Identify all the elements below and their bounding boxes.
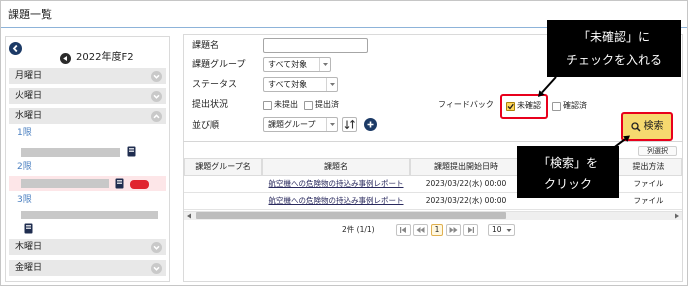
- assignment-list-screen: 課題一覧 2022年度F2 月曜日 火曜日 水曜日 1限 2限 3限 木曜日 金…: [0, 0, 688, 286]
- page-size-select[interactable]: 10: [488, 224, 515, 236]
- course-title-bar[interactable]: [21, 148, 120, 157]
- sidebar-day-thursday[interactable]: 木曜日: [9, 239, 166, 255]
- prev-page-icon: [416, 227, 425, 233]
- status-label: ステータス: [192, 80, 238, 90]
- column-header-start-date[interactable]: 課題提出開始日時: [410, 158, 522, 176]
- period-label[interactable]: 2限: [17, 162, 32, 173]
- task-name-label: 課題名: [192, 41, 220, 51]
- unconfirmed-label: 未確認: [517, 101, 541, 110]
- not-submitted-checkbox[interactable]: [263, 101, 272, 110]
- task-group-value: すべて対象: [268, 60, 308, 69]
- column-header-task-name[interactable]: 課題名: [262, 158, 410, 176]
- start-date-cell: 2023/03/22(水) 00:00: [410, 193, 522, 210]
- submit-method-cell: ファイル: [615, 193, 682, 210]
- submit-method-cell: ファイル: [615, 176, 682, 193]
- day-label: 金曜日: [15, 263, 43, 273]
- task-group-select[interactable]: すべて対象: [263, 57, 331, 72]
- year-label: 2022年度F2: [76, 52, 134, 63]
- sort-order-button[interactable]: [342, 117, 357, 132]
- course-title-bar[interactable]: [21, 179, 109, 188]
- first-page-button[interactable]: [396, 224, 411, 236]
- task-group-cell: [184, 193, 262, 210]
- search-button-label: 検索: [643, 120, 664, 132]
- day-label: 月曜日: [15, 71, 43, 81]
- sidebar-day-monday[interactable]: 月曜日: [9, 68, 166, 84]
- sort-select[interactable]: 課題グループ: [263, 117, 338, 132]
- task-name-cell: 航空機への危険物の持込み事例レポート: [262, 176, 410, 193]
- column-header-task-group[interactable]: 課題グループ名: [184, 158, 262, 176]
- chevron-down-icon: [151, 90, 162, 102]
- sort-value: 課題グループ: [268, 120, 316, 129]
- submission-status-label: 提出状況: [192, 100, 229, 110]
- feedback-label: フィードバック: [438, 100, 494, 109]
- book-icon[interactable]: [127, 146, 136, 157]
- callout-line: クリック: [543, 177, 592, 191]
- next-page-icon: [449, 227, 458, 233]
- sidebar-day-friday[interactable]: 金曜日: [9, 260, 166, 276]
- callout-line: チェックを入れる: [565, 53, 662, 67]
- scrollbar-thumb[interactable]: [196, 212, 506, 219]
- sort-icon: [344, 119, 355, 130]
- column-select-button[interactable]: 列選択: [638, 146, 677, 156]
- confirmed-label: 確認済: [563, 101, 587, 110]
- status-value: すべて対象: [268, 80, 308, 89]
- callout-line: 「検索」を: [537, 156, 598, 170]
- book-icon[interactable]: [24, 223, 33, 234]
- pager-summary: 2件 (1/1): [342, 225, 375, 234]
- last-page-button[interactable]: [463, 224, 478, 236]
- current-page-button[interactable]: 1: [431, 224, 443, 236]
- period-label[interactable]: 1限: [17, 128, 32, 139]
- day-label: 水曜日: [15, 111, 43, 121]
- chevron-down-icon: [151, 262, 162, 274]
- last-page-icon: [468, 227, 474, 233]
- back-icon[interactable]: [9, 42, 22, 55]
- not-submitted-label: 未提出: [274, 100, 298, 109]
- page-size-value: 10: [492, 225, 502, 234]
- chevron-down-icon: [326, 78, 337, 91]
- chevron-down-icon: [319, 58, 330, 71]
- day-label: 木曜日: [15, 242, 43, 252]
- submitted-checkbox[interactable]: [304, 101, 313, 110]
- chevron-down-icon: [326, 118, 337, 131]
- task-name-link[interactable]: 航空機への危険物の持込み事例レポート: [269, 179, 404, 188]
- next-page-button[interactable]: [446, 224, 461, 236]
- scroll-right-icon[interactable]: [674, 213, 680, 219]
- first-page-icon: [400, 227, 406, 233]
- chevron-down-icon: [506, 228, 512, 233]
- form-divider: [183, 141, 683, 142]
- sidebar-day-wednesday[interactable]: 水曜日: [9, 108, 166, 124]
- task-name-link[interactable]: 航空機への危険物の持込み事例レポート: [269, 196, 404, 205]
- period-label[interactable]: 3限: [17, 195, 32, 206]
- start-date-cell: 2023/03/22(水) 00:00: [410, 176, 522, 193]
- status-badge: [130, 180, 149, 189]
- submitted-label: 提出済: [315, 100, 339, 109]
- task-name-cell: 航空機への危険物の持込み事例レポート: [262, 193, 410, 210]
- instruction-callout-search: 「検索」を クリック: [517, 146, 619, 198]
- chevron-down-icon: [151, 241, 162, 253]
- sidebar-day-tuesday[interactable]: 火曜日: [9, 88, 166, 104]
- task-group-label: 課題グループ: [192, 60, 246, 70]
- column-header-submit-method[interactable]: 提出方法: [615, 158, 682, 176]
- task-name-input[interactable]: [263, 38, 368, 53]
- book-icon[interactable]: [115, 178, 124, 189]
- search-button[interactable]: 検索: [621, 112, 673, 141]
- previous-year-icon[interactable]: [60, 53, 71, 64]
- search-icon: [630, 121, 641, 132]
- chevron-down-icon: [151, 70, 162, 82]
- instruction-callout-check: 「未確認」に チェックを入れる: [547, 20, 681, 77]
- confirmed-checkbox[interactable]: [552, 102, 561, 111]
- sort-label: 並び順: [192, 121, 220, 131]
- chevron-up-icon: [151, 110, 162, 122]
- add-sort-button[interactable]: [364, 118, 377, 131]
- plus-icon: [364, 118, 377, 131]
- prev-page-button[interactable]: [413, 224, 428, 236]
- scroll-left-icon[interactable]: [186, 213, 192, 219]
- callout-line: 「未確認」に: [577, 30, 650, 44]
- course-title-bar[interactable]: [21, 211, 158, 219]
- status-select[interactable]: すべて対象: [263, 77, 338, 92]
- task-group-cell: [184, 176, 262, 193]
- day-label: 火曜日: [15, 91, 43, 101]
- page-title: 課題一覧: [8, 8, 52, 21]
- unconfirmed-checkbox[interactable]: [506, 102, 515, 111]
